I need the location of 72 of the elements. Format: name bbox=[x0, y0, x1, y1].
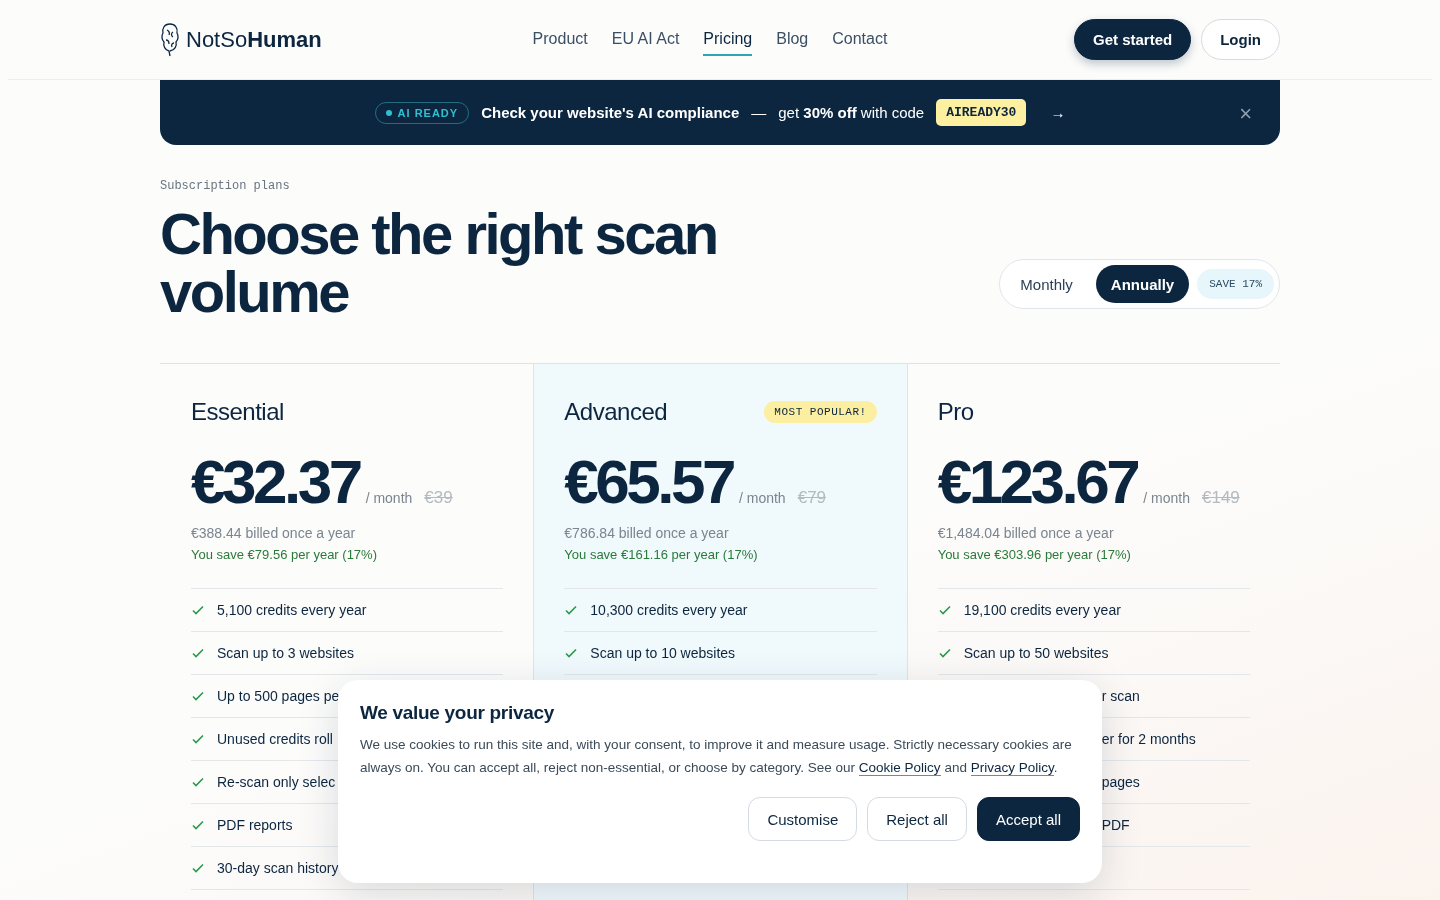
savings-text: You save €303.96 per year (17%) bbox=[937, 547, 1132, 562]
check-icon bbox=[937, 603, 952, 617]
savings-text: You save €161.16 per year (17%) bbox=[564, 547, 759, 562]
dialog-button[interactable]: Customise bbox=[748, 797, 858, 841]
billed-text: €1,484.04 billed once a year bbox=[937, 525, 1115, 541]
check-icon bbox=[191, 689, 205, 703]
feature-text: Unused credits roll bbox=[217, 731, 333, 747]
feature-text: Scan up to 10 websites bbox=[590, 645, 736, 661]
privacy-policy-link[interactable]: Privacy Policy bbox=[970, 759, 1054, 776]
old-price: €79 bbox=[797, 488, 827, 508]
price-period: / month bbox=[1143, 490, 1190, 506]
nav-link[interactable]: Pricing bbox=[703, 23, 753, 56]
old-price: €39 bbox=[424, 488, 453, 508]
popular-badge: MOST POPULAR! bbox=[764, 401, 877, 423]
plan-name: Essential bbox=[191, 398, 284, 426]
plan-price: €32.37 bbox=[191, 446, 360, 517]
accept-button[interactable]: Accept all bbox=[976, 797, 1080, 841]
check-icon bbox=[191, 646, 205, 660]
savings-text: You save €79.56 per year (17%) bbox=[191, 547, 378, 562]
brain-icon bbox=[160, 21, 180, 58]
check-icon bbox=[564, 646, 579, 660]
dialog-text: We use cookies to run this site and, with your consent, to improve it and measure usage. Strictly necessary cookies are always on. You can accept all, reject non-essential, or choose by category. See our Cookie Policy and Privacy Policy. bbox=[360, 736, 1073, 778]
feature-text: Scan up to 3 websites bbox=[217, 645, 354, 661]
dialog-title: We value your privacy bbox=[360, 702, 555, 724]
cookie-policy-link[interactable]: Cookie Policy bbox=[858, 759, 941, 776]
dash-text: — bbox=[751, 104, 767, 121]
nav-link[interactable]: Contact bbox=[832, 23, 888, 56]
billing-option[interactable]: Annually bbox=[1095, 265, 1190, 303]
arrow-link[interactable]: → bbox=[1050, 104, 1066, 121]
login-button[interactable]: Login bbox=[1201, 19, 1280, 60]
feature-text: PDF bbox=[1101, 817, 1130, 833]
nav-link[interactable]: Blog bbox=[776, 23, 809, 56]
get-started-button[interactable]: Get started bbox=[1073, 19, 1192, 60]
feature-text: 10,300 credits every year bbox=[590, 602, 748, 618]
page-title: Choose the right scan volume bbox=[160, 205, 718, 321]
check-icon bbox=[564, 603, 579, 617]
feature-text: 5,100 credits every year bbox=[217, 602, 367, 618]
save-badge: SAVE 17% bbox=[1197, 269, 1274, 299]
billed-text: €786.84 billed once a year bbox=[564, 525, 730, 541]
old-price: €149 bbox=[1202, 488, 1240, 508]
plan-name: Advanced bbox=[564, 398, 668, 426]
billed-text: €388.44 billed once a year bbox=[191, 525, 357, 541]
price-period: / month bbox=[365, 490, 413, 506]
check-icon bbox=[191, 732, 205, 746]
nav-link[interactable]: EU AI Act bbox=[611, 23, 680, 56]
dialog-button[interactable]: Reject all bbox=[867, 797, 967, 841]
feature-text: pages bbox=[1101, 774, 1140, 790]
billing-option[interactable]: Monthly bbox=[1005, 265, 1088, 303]
plan-price: €65.57 bbox=[564, 446, 733, 517]
promo-code: AIREADY30 bbox=[936, 99, 1027, 126]
nav-link[interactable]: Product bbox=[532, 23, 588, 56]
check-icon bbox=[937, 646, 952, 660]
banner-headline: Check your website's AI compliance bbox=[481, 104, 740, 121]
feature-text: 30-day scan history bbox=[217, 860, 339, 876]
price-period: / month bbox=[738, 490, 786, 506]
check-icon bbox=[191, 775, 205, 789]
check-icon bbox=[191, 818, 205, 832]
plan-price: €123.67 bbox=[937, 446, 1138, 517]
check-icon bbox=[191, 603, 205, 617]
eyebrow-text: Subscription plans bbox=[160, 179, 291, 193]
close-button[interactable]: × bbox=[1233, 100, 1258, 128]
check-icon bbox=[191, 861, 205, 875]
plan-name: Pro bbox=[937, 398, 974, 426]
feature-text: Re-scan only selec bbox=[217, 774, 336, 790]
feature-text: 19,100 credits every year bbox=[963, 602, 1121, 618]
feature-text: r scan bbox=[1101, 688, 1140, 704]
feature-text: er for 2 months bbox=[1101, 731, 1196, 747]
brand-logo[interactable]: NotSoHuman bbox=[186, 26, 322, 53]
feature-text: Scan up to 50 websites bbox=[963, 645, 1109, 661]
feature-text: PDF reports bbox=[217, 817, 293, 833]
feature-text: Up to 500 pages pe bbox=[217, 688, 340, 704]
offer-text: get 30% off with code bbox=[778, 104, 925, 121]
